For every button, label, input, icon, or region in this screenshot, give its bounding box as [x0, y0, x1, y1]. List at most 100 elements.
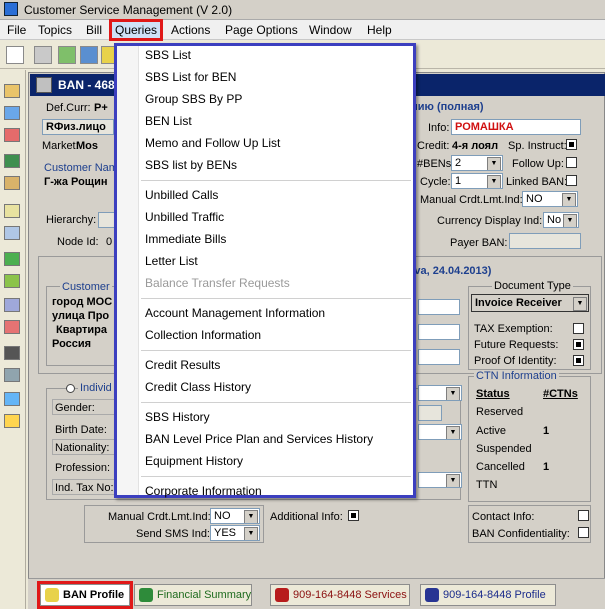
bottom-manual-crdt-select[interactable]: NO ▼	[210, 508, 260, 524]
tax-no-field[interactable]	[52, 479, 116, 495]
tab-ban-profile[interactable]: BAN Profile	[37, 581, 133, 609]
menu-file[interactable]: File	[4, 22, 29, 38]
chevron-down-icon[interactable]: ▼	[487, 175, 501, 188]
address-field-1[interactable]	[418, 299, 460, 315]
customer-group-title: Customer	[60, 281, 112, 293]
grid-icon[interactable]	[4, 298, 20, 312]
save-icon[interactable]	[4, 346, 20, 360]
send-sms-select[interactable]: YES ▼	[210, 525, 260, 541]
currency-ind-select[interactable]: No ▼	[543, 212, 579, 228]
menu-page-options[interactable]: Page Options	[222, 22, 301, 38]
menu-item-sbs-history[interactable]: SBS History	[145, 410, 210, 424]
chevron-down-icon[interactable]: ▼	[562, 193, 576, 206]
address-field-2[interactable]	[418, 324, 460, 340]
menu-item-group-sbs-by-pp[interactable]: Group SBS By PP	[145, 92, 242, 106]
filter-icon[interactable]	[4, 320, 20, 334]
arrows-icon[interactable]	[4, 226, 20, 240]
contact-info-checkbox[interactable]	[578, 510, 589, 521]
menu-item-credit-class-history[interactable]: Credit Class History	[145, 380, 251, 394]
menu-separator	[141, 350, 411, 351]
individual-radio[interactable]	[66, 384, 75, 393]
ctn-row-status: Reserved	[476, 406, 524, 418]
individual-select-1[interactable]: ▼	[418, 385, 462, 401]
additional-info-checkbox[interactable]	[348, 510, 359, 521]
bens-select[interactable]: 2 ▼	[451, 155, 503, 171]
menu-item-credit-results[interactable]: Credit Results	[145, 358, 220, 372]
tab-profile[interactable]: 909-164-8448 Profile	[420, 584, 556, 606]
menu-item-unbilled-calls[interactable]: Unbilled Calls	[145, 188, 218, 202]
list-icon[interactable]	[4, 252, 20, 266]
database-icon[interactable]	[4, 368, 20, 382]
menu-queries[interactable]: Queries	[108, 19, 164, 41]
calculator-icon[interactable]	[4, 154, 20, 168]
proof-identity-checkbox[interactable]	[573, 355, 584, 366]
menu-item-corporate-info[interactable]: Corporate Information	[145, 484, 262, 498]
linked-ban-checkbox[interactable]	[566, 175, 577, 186]
menu-item-account-management[interactable]: Account Management Information	[145, 306, 325, 320]
sp-instruct-checkbox[interactable]	[566, 139, 577, 150]
cycle-select[interactable]: 1 ▼	[451, 173, 503, 189]
menu-item-unbilled-traffic[interactable]: Unbilled Traffic	[145, 210, 224, 224]
report-icon[interactable]	[4, 274, 20, 288]
def-curr-label: Def.Curr:	[46, 102, 91, 114]
bens-select-value: 2	[455, 157, 462, 169]
ban-confidentiality-label: BAN Confidentiality:	[472, 528, 570, 540]
folder-icon[interactable]	[4, 84, 20, 98]
app-icon	[4, 2, 18, 16]
menu-bill[interactable]: Bill	[83, 22, 105, 38]
tab-services[interactable]: 909-164-8448 Services	[270, 584, 410, 606]
menu-topics[interactable]: Topics	[35, 22, 75, 38]
menu-item-collection-info[interactable]: Collection Information	[145, 328, 261, 342]
menu-item-memo-follow-up[interactable]: Memo and Follow Up List	[145, 136, 280, 150]
payer-ban-label: Payer BAN:	[450, 237, 508, 249]
menu-item-ben-list[interactable]: BEN List	[145, 114, 192, 128]
chevron-down-icon[interactable]: ▼	[446, 426, 460, 439]
individual-select-3[interactable]: ▼	[418, 424, 462, 440]
ctn-row-status: Suspended	[476, 443, 532, 455]
chevron-down-icon[interactable]: ▼	[446, 387, 460, 400]
document-type-select[interactable]: Invoice Receiver ▼	[471, 294, 589, 312]
gender-field[interactable]	[52, 399, 116, 415]
chevron-down-icon[interactable]: ▼	[244, 510, 258, 523]
user-icon[interactable]	[80, 46, 98, 64]
notes-icon[interactable]	[4, 204, 20, 218]
chevron-down-icon[interactable]: ▼	[446, 474, 460, 487]
menu-item-letter-list[interactable]: Letter List	[145, 254, 198, 268]
menu-item-sbs-list[interactable]: SBS List	[145, 48, 191, 62]
document-icon[interactable]	[4, 106, 20, 120]
address-heading: tova, 24.04.2013)	[404, 265, 492, 277]
menu-item-equipment-history[interactable]: Equipment History	[145, 454, 243, 468]
future-requests-checkbox[interactable]	[573, 339, 584, 350]
tool-icon[interactable]	[34, 46, 52, 64]
info-field[interactable]: РОМАШКА	[451, 119, 581, 135]
menu-item-immediate-bills[interactable]: Immediate Bills	[145, 232, 226, 246]
tag-icon[interactable]	[4, 414, 20, 428]
individual-select-4[interactable]: ▼	[418, 472, 462, 488]
chevron-down-icon[interactable]: ▼	[487, 157, 501, 170]
tax-exemption-checkbox[interactable]	[573, 323, 584, 334]
menu-item-sbs-list-by-bens[interactable]: SBS list by BENs	[145, 158, 237, 172]
tab-financial-summary[interactable]: Financial Summary	[134, 584, 252, 606]
chevron-down-icon[interactable]: ▼	[244, 527, 258, 540]
menu-item-sbs-list-for-ben[interactable]: SBS List for BEN	[145, 70, 236, 84]
nationality-field[interactable]	[52, 439, 116, 455]
menu-item-price-plan-history[interactable]: BAN Level Price Plan and Services Histor…	[145, 432, 373, 446]
address-field-3[interactable]	[418, 349, 460, 365]
tax-exemption-label: TAX Exemption:	[474, 323, 553, 335]
menu-help[interactable]: Help	[364, 22, 395, 38]
manual-crdt-select[interactable]: NO ▼	[522, 191, 578, 207]
chevron-down-icon[interactable]: ▼	[573, 297, 587, 311]
chevron-down-icon[interactable]: ▼	[563, 214, 577, 227]
window-icon[interactable]	[4, 392, 20, 406]
follow-up-checkbox[interactable]	[566, 157, 577, 168]
menu-window[interactable]: Window	[306, 22, 355, 38]
info-label: Info:	[428, 122, 450, 134]
individual-field-2	[418, 405, 442, 421]
node-id-label: Node Id:	[57, 236, 99, 248]
print-icon[interactable]	[6, 46, 24, 64]
menu-actions[interactable]: Actions	[168, 22, 213, 38]
phone-icon[interactable]	[4, 176, 20, 190]
search-icon[interactable]	[58, 46, 76, 64]
transfer-icon[interactable]	[4, 128, 20, 142]
ban-confidentiality-checkbox[interactable]	[578, 527, 589, 538]
